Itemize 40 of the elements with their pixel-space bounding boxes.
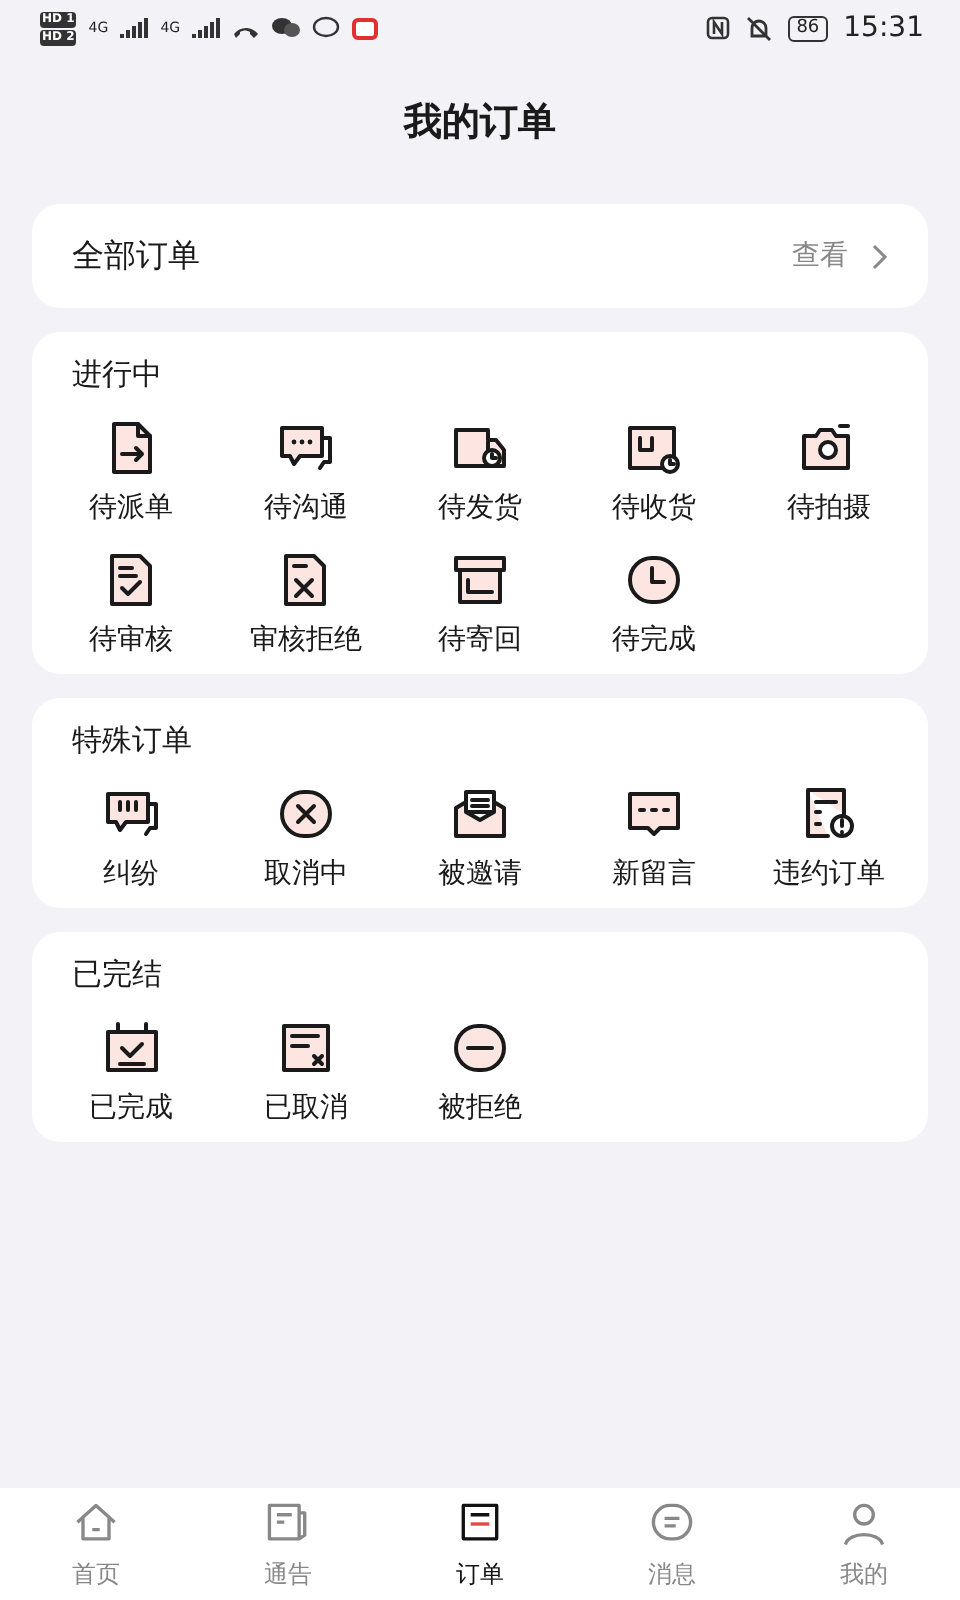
all-orders-row[interactable]: 全部订单 查看	[32, 204, 928, 308]
signal-icon	[192, 17, 221, 39]
section-title: 特殊订单	[70, 722, 194, 760]
order-status-button[interactable]: 待沟通	[218, 418, 393, 526]
mute-icon	[746, 15, 773, 41]
order-status-button[interactable]: 待拍摄	[741, 418, 916, 526]
nfc-icon	[706, 16, 731, 40]
box-icon	[449, 550, 510, 610]
order-status-button[interactable]: 已取消	[218, 1018, 393, 1126]
order-status-button[interactable]: 纠纷	[44, 784, 219, 892]
tab-item[interactable]: 我的	[768, 1488, 960, 1600]
order-status-button[interactable]: 待收货	[567, 418, 742, 526]
section-title: 已完结	[70, 956, 164, 994]
tab-item[interactable]: 消息	[576, 1488, 768, 1600]
order-status-button[interactable]: 待完成	[567, 550, 742, 658]
order-status-button[interactable]: 待派单	[44, 418, 219, 526]
envelope-icon	[449, 784, 510, 844]
signal-icon	[120, 17, 149, 39]
calendar-icon	[101, 1018, 162, 1078]
chat-icon	[272, 16, 301, 40]
page-title: 我的订单	[401, 98, 558, 148]
chevron-icon	[872, 243, 888, 269]
order-status-button[interactable]: 新留言	[567, 784, 742, 892]
order-status-button[interactable]: 待寄回	[392, 550, 568, 658]
app-icon	[352, 17, 379, 39]
message-icon	[312, 16, 341, 40]
order-status-button[interactable]: 审核拒绝	[218, 550, 393, 658]
order-status-button[interactable]: 违约订单	[741, 784, 916, 892]
battery-icon: 86	[788, 15, 828, 41]
section-title: 进行中	[70, 356, 164, 394]
tab-item[interactable]: 通告	[192, 1488, 384, 1600]
order-status-button[interactable]: 被拒绝	[392, 1018, 568, 1126]
order-status-button[interactable]: 待审核	[44, 550, 219, 658]
order-status-button[interactable]: 已完成	[44, 1018, 219, 1126]
tab-item[interactable]: 首页	[0, 1488, 192, 1600]
order-status-button[interactable]: 待发货	[392, 418, 568, 526]
clock-time: 15:31	[843, 12, 924, 44]
order-status-button[interactable]: 被邀请	[392, 784, 568, 892]
order-status-button[interactable]: 取消中	[218, 784, 393, 892]
tab-item[interactable]: 订单	[384, 1488, 576, 1600]
